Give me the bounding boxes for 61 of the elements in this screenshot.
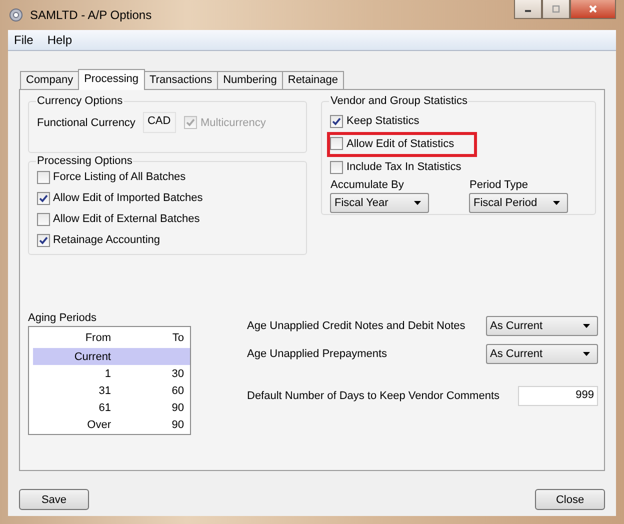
field-label: Age Unapplied Credit Notes and Debit Notes bbox=[247, 320, 466, 332]
section-title: Aging Periods bbox=[28, 312, 98, 324]
checkbox[interactable]: Allow Edit of Statistics bbox=[330, 136, 454, 152]
table-row[interactable]: 31 60 bbox=[29, 382, 190, 399]
checkmark-icon bbox=[185, 117, 196, 128]
checkmark-icon bbox=[331, 116, 342, 126]
checkbox[interactable]: Include Tax In Statistics bbox=[330, 159, 462, 175]
table-cell-text: Over bbox=[86, 418, 111, 430]
table-cell-text: 30 bbox=[170, 368, 184, 380]
table-row[interactable]: Over 90 bbox=[29, 416, 190, 433]
close-button[interactable]: Close bbox=[535, 489, 605, 510]
checkmark-icon bbox=[38, 234, 49, 246]
field-label: Age Unapplied Prepayments bbox=[247, 348, 388, 360]
caret-icon bbox=[414, 200, 422, 204]
group-title: Processing Options bbox=[36, 155, 134, 167]
table-cell-text: 90 bbox=[170, 402, 184, 414]
checkbox[interactable]: Retainage Accounting bbox=[37, 232, 298, 248]
dropdown[interactable]: As Current bbox=[486, 316, 598, 336]
checkbox[interactable]: Allow Edit of External Batches bbox=[37, 211, 298, 227]
checkmark-icon bbox=[38, 192, 49, 204]
maximize-icon bbox=[551, 4, 561, 14]
caret-icon bbox=[583, 352, 590, 356]
table-cell-text: Current bbox=[73, 350, 111, 362]
currency-field[interactable]: CAD bbox=[143, 112, 176, 133]
table-cell-text: 1 bbox=[104, 368, 111, 380]
field-label: Functional Currency bbox=[37, 116, 136, 128]
field-label: Period Type bbox=[469, 178, 529, 190]
caret-icon bbox=[553, 200, 560, 204]
save-button[interactable]: Save bbox=[19, 489, 89, 510]
group-title: Currency Options bbox=[36, 95, 124, 107]
dropdown[interactable]: Fiscal Year bbox=[330, 192, 430, 212]
table-row[interactable]: 1 30 bbox=[29, 365, 190, 382]
dropdown[interactable]: As Current bbox=[486, 344, 598, 364]
checkbox[interactable]: Force Listing of All Batches bbox=[37, 169, 298, 185]
table-row[interactable]: Current bbox=[33, 348, 190, 365]
column-header: From bbox=[84, 332, 111, 344]
table-cell-text: 61 bbox=[98, 402, 111, 414]
close-button[interactable] bbox=[570, 0, 616, 19]
maximize-button[interactable] bbox=[542, 0, 570, 19]
tab[interactable]: Company bbox=[20, 71, 80, 89]
close-icon bbox=[588, 4, 598, 14]
window-title: SAMLTD - A/P Options bbox=[30, 8, 152, 22]
checkbox[interactable]: Keep Statistics bbox=[330, 113, 420, 129]
table-cell-text: 90 bbox=[170, 418, 184, 430]
app-icon bbox=[8, 7, 24, 23]
checkbox[interactable]: Allow Edit of Imported Batches bbox=[37, 190, 298, 206]
number-field[interactable]: 999 bbox=[518, 386, 598, 406]
menu-item[interactable]: File bbox=[14, 33, 34, 47]
group-title: Vendor and Group Statistics bbox=[329, 95, 468, 107]
table-row[interactable]: 61 90 bbox=[29, 399, 190, 416]
table-cell-text: 60 bbox=[170, 384, 184, 396]
field-label: Accumulate By bbox=[330, 178, 405, 190]
tab[interactable]: Processing bbox=[78, 69, 144, 90]
caret-icon bbox=[583, 324, 590, 328]
tab[interactable]: Retainage bbox=[282, 71, 344, 89]
dropdown[interactable]: Fiscal Period bbox=[469, 192, 568, 212]
field-label: Default Number of Days to Keep Vendor Comments bbox=[247, 390, 500, 402]
table-cell-text: 31 bbox=[98, 384, 111, 396]
menu-item[interactable]: Help bbox=[47, 33, 72, 47]
minimize-button[interactable] bbox=[514, 0, 542, 19]
column-header: To bbox=[171, 332, 184, 344]
